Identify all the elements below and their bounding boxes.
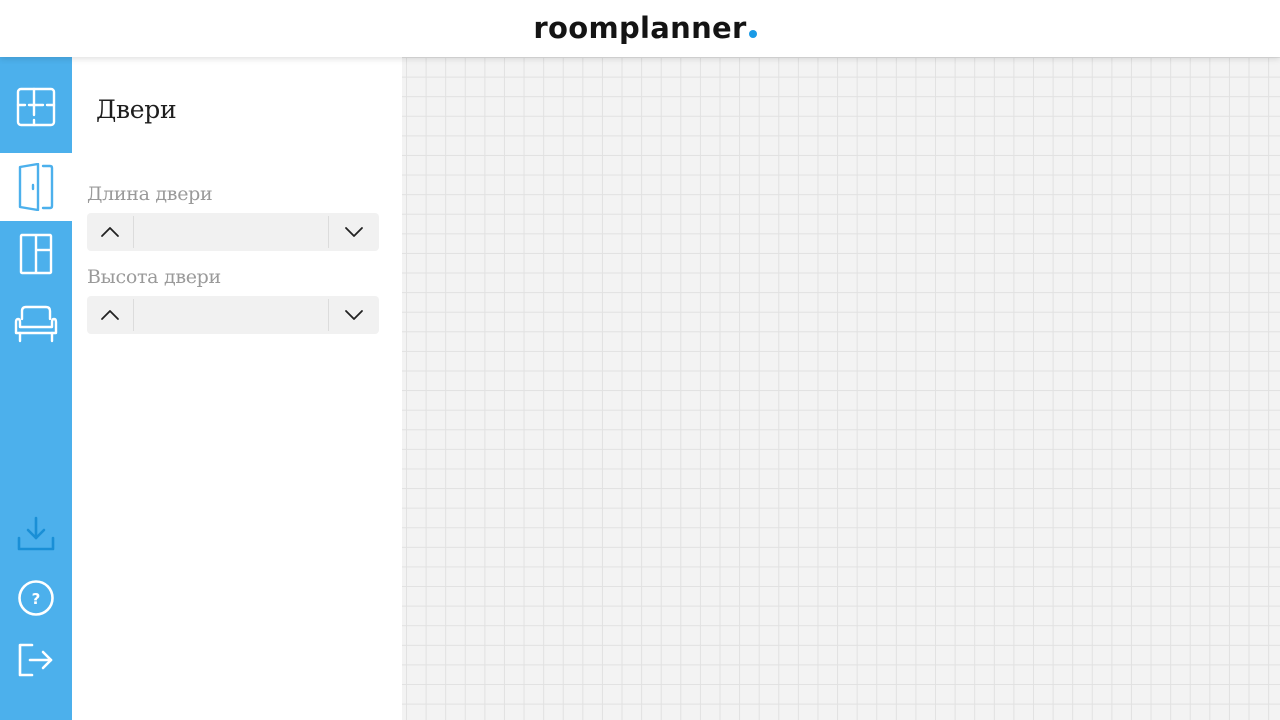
properties-panel: Двери Длина двери Высота двери <box>72 57 402 720</box>
rail-furniture-button[interactable] <box>0 293 72 355</box>
panel-title: Двери <box>96 95 177 124</box>
door-height-stepper <box>87 296 379 334</box>
door-icon <box>18 163 54 211</box>
download-icon <box>17 516 55 551</box>
window-icon <box>19 233 53 275</box>
help-icon: ? <box>18 580 54 616</box>
door-length-input[interactable] <box>132 216 329 248</box>
chevron-down-icon <box>344 310 363 320</box>
door-length-label: Длина двери <box>87 183 213 205</box>
plan-canvas[interactable] <box>402 57 1280 720</box>
app-logo: roomplanner <box>533 10 757 45</box>
door-height-increase-button[interactable] <box>87 296 133 334</box>
chevron-up-icon <box>100 227 119 237</box>
rail-help-button[interactable]: ? <box>0 567 72 629</box>
door-length-stepper <box>87 213 379 251</box>
rail-exit-button[interactable] <box>0 629 72 691</box>
door-length-increase-button[interactable] <box>87 213 133 251</box>
logo-text: roomplanner <box>533 10 747 45</box>
logo-dot <box>748 29 757 38</box>
svg-text:?: ? <box>32 590 41 608</box>
exit-icon <box>18 643 53 677</box>
door-length-decrease-button[interactable] <box>329 213 379 251</box>
app-header: roomplanner <box>0 0 1280 57</box>
door-height-decrease-button[interactable] <box>329 296 379 334</box>
chevron-up-icon <box>100 310 119 320</box>
floor-plan-icon <box>16 87 56 127</box>
rail-floor-plan-button[interactable] <box>0 76 72 138</box>
rail-door-button[interactable] <box>0 153 72 221</box>
chevron-down-icon <box>344 227 363 237</box>
door-height-label: Высота двери <box>87 266 221 288</box>
tool-rail: ? <box>0 57 72 720</box>
rail-window-button[interactable] <box>0 223 72 285</box>
door-height-input[interactable] <box>132 299 329 331</box>
armchair-icon <box>14 305 58 343</box>
rail-download-button[interactable] <box>0 503 72 565</box>
